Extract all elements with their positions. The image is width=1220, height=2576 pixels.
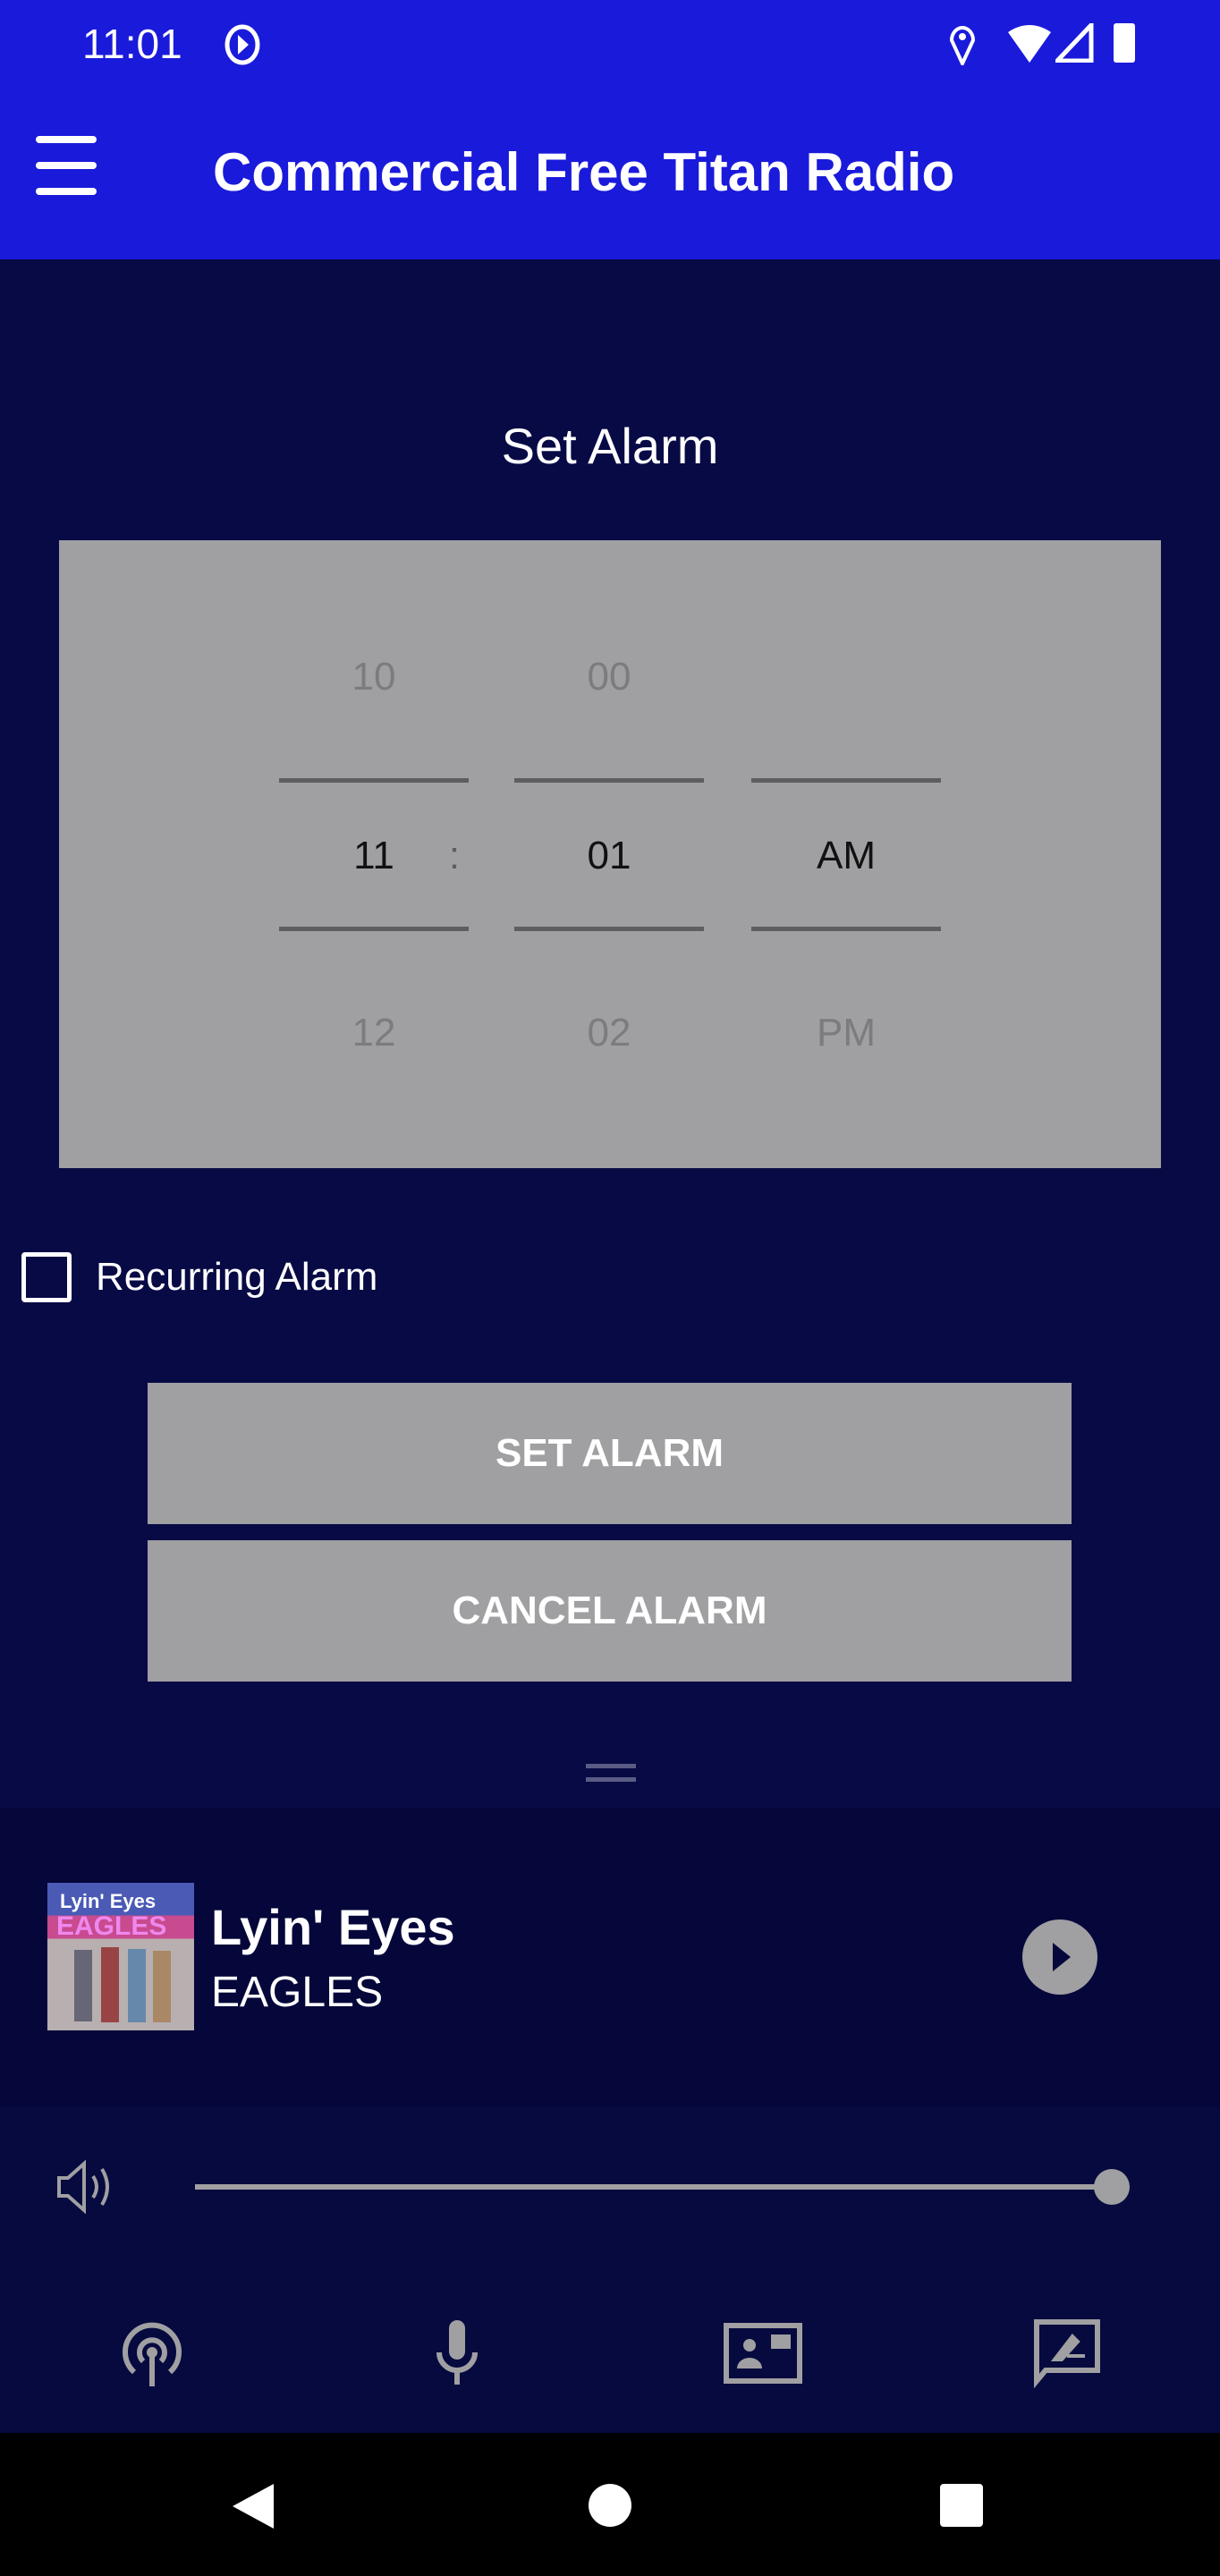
feedback-icon[interactable] [1031, 2317, 1103, 2388]
battery-icon [1114, 23, 1135, 63]
signal-icon [1055, 23, 1094, 63]
home-icon[interactable] [589, 2484, 631, 2527]
system-nav-bar [0, 2433, 1220, 2576]
recurring-alarm-checkbox[interactable] [21, 1252, 72, 1302]
status-time: 11:01 [82, 21, 182, 67]
app-title: Commercial Free Titan Radio [213, 142, 955, 202]
back-icon[interactable] [231, 2482, 275, 2530]
divider [514, 927, 704, 931]
play-button[interactable] [1022, 1919, 1097, 1995]
artist-name: EAGLES [211, 1969, 384, 2016]
divider [279, 927, 469, 931]
ampm-option[interactable]: PM [751, 1011, 941, 1055]
time-separator: : [448, 834, 461, 877]
time-picker[interactable]: 10 11 12 00 01 02 AM PM : [59, 540, 1161, 1168]
divider [751, 927, 941, 931]
location-icon [949, 26, 976, 65]
set-alarm-button[interactable]: SET ALARM [148, 1383, 1072, 1524]
minute-selected[interactable]: 01 [514, 834, 704, 878]
album-art: Lyin' Eyes EAGLES [47, 1883, 194, 2030]
hamburger-icon[interactable] [36, 134, 97, 197]
wifi-icon [1008, 25, 1051, 63]
svg-text:Lyin' Eyes: Lyin' Eyes [60, 1890, 156, 1912]
podcast-icon[interactable] [116, 2317, 188, 2388]
song-title: Lyin' Eyes [211, 1899, 455, 1955]
ampm-selected[interactable]: AM [751, 834, 941, 878]
contact-mail-icon[interactable] [723, 2317, 803, 2388]
album-art-image: Lyin' Eyes EAGLES [56, 1890, 171, 2022]
recurring-alarm-label[interactable]: Recurring Alarm [96, 1255, 377, 1300]
hour-option[interactable]: 10 [279, 655, 469, 699]
divider [514, 778, 704, 783]
minute-option[interactable]: 02 [514, 1011, 704, 1055]
hour-option[interactable]: 12 [279, 1011, 469, 1055]
divider [279, 778, 469, 783]
play-circle-icon [225, 24, 260, 65]
microphone-icon[interactable] [421, 2317, 493, 2388]
drag-handle-icon[interactable] [586, 1764, 636, 1782]
svg-text:EAGLES: EAGLES [56, 1911, 166, 1941]
volume-slider-thumb[interactable] [1094, 2169, 1130, 2205]
volume-icon [57, 2160, 109, 2214]
divider [751, 778, 941, 783]
cancel-alarm-button[interactable]: CANCEL ALARM [148, 1540, 1072, 1682]
play-icon [1053, 1943, 1071, 1971]
app-header: 11:01 Commercial Free Titan Radio [0, 0, 1220, 259]
recents-icon[interactable] [940, 2484, 983, 2527]
minute-option[interactable]: 00 [514, 655, 704, 699]
set-alarm-title: Set Alarm [501, 418, 719, 474]
volume-slider[interactable] [195, 2184, 1112, 2190]
